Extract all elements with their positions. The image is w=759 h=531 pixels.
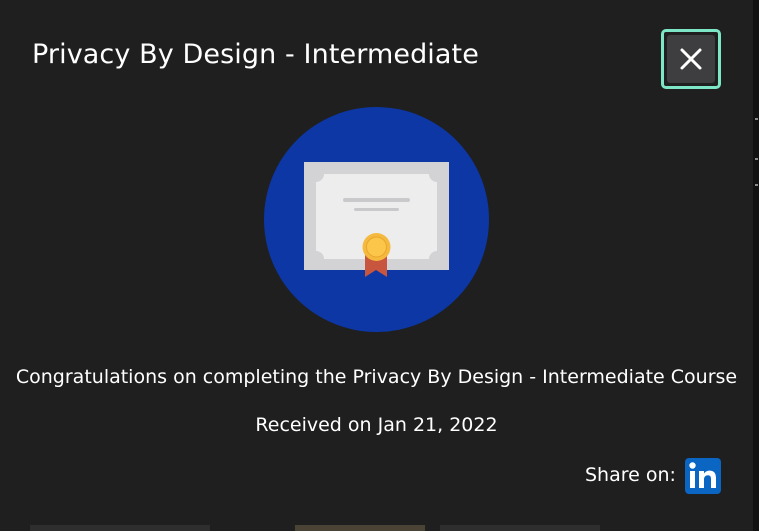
modal-title: Privacy By Design - Intermediate [32,39,479,70]
close-icon [680,48,702,70]
close-button[interactable] [661,29,721,89]
linkedin-share-button[interactable] [685,458,721,494]
background-page-peek [295,525,425,531]
certificate-modal: Privacy By Design - Intermediate Congrat… [0,0,753,531]
share-label: Share on: [585,464,676,486]
certificate-icon [264,107,489,332]
linkedin-icon [689,462,716,488]
background-page-peek [30,525,210,531]
background-page-edge [753,0,759,531]
received-date: Received on Jan 21, 2022 [255,414,498,436]
completion-message: Congratulations on completing the Privac… [15,366,738,388]
background-page-peek [440,525,600,531]
